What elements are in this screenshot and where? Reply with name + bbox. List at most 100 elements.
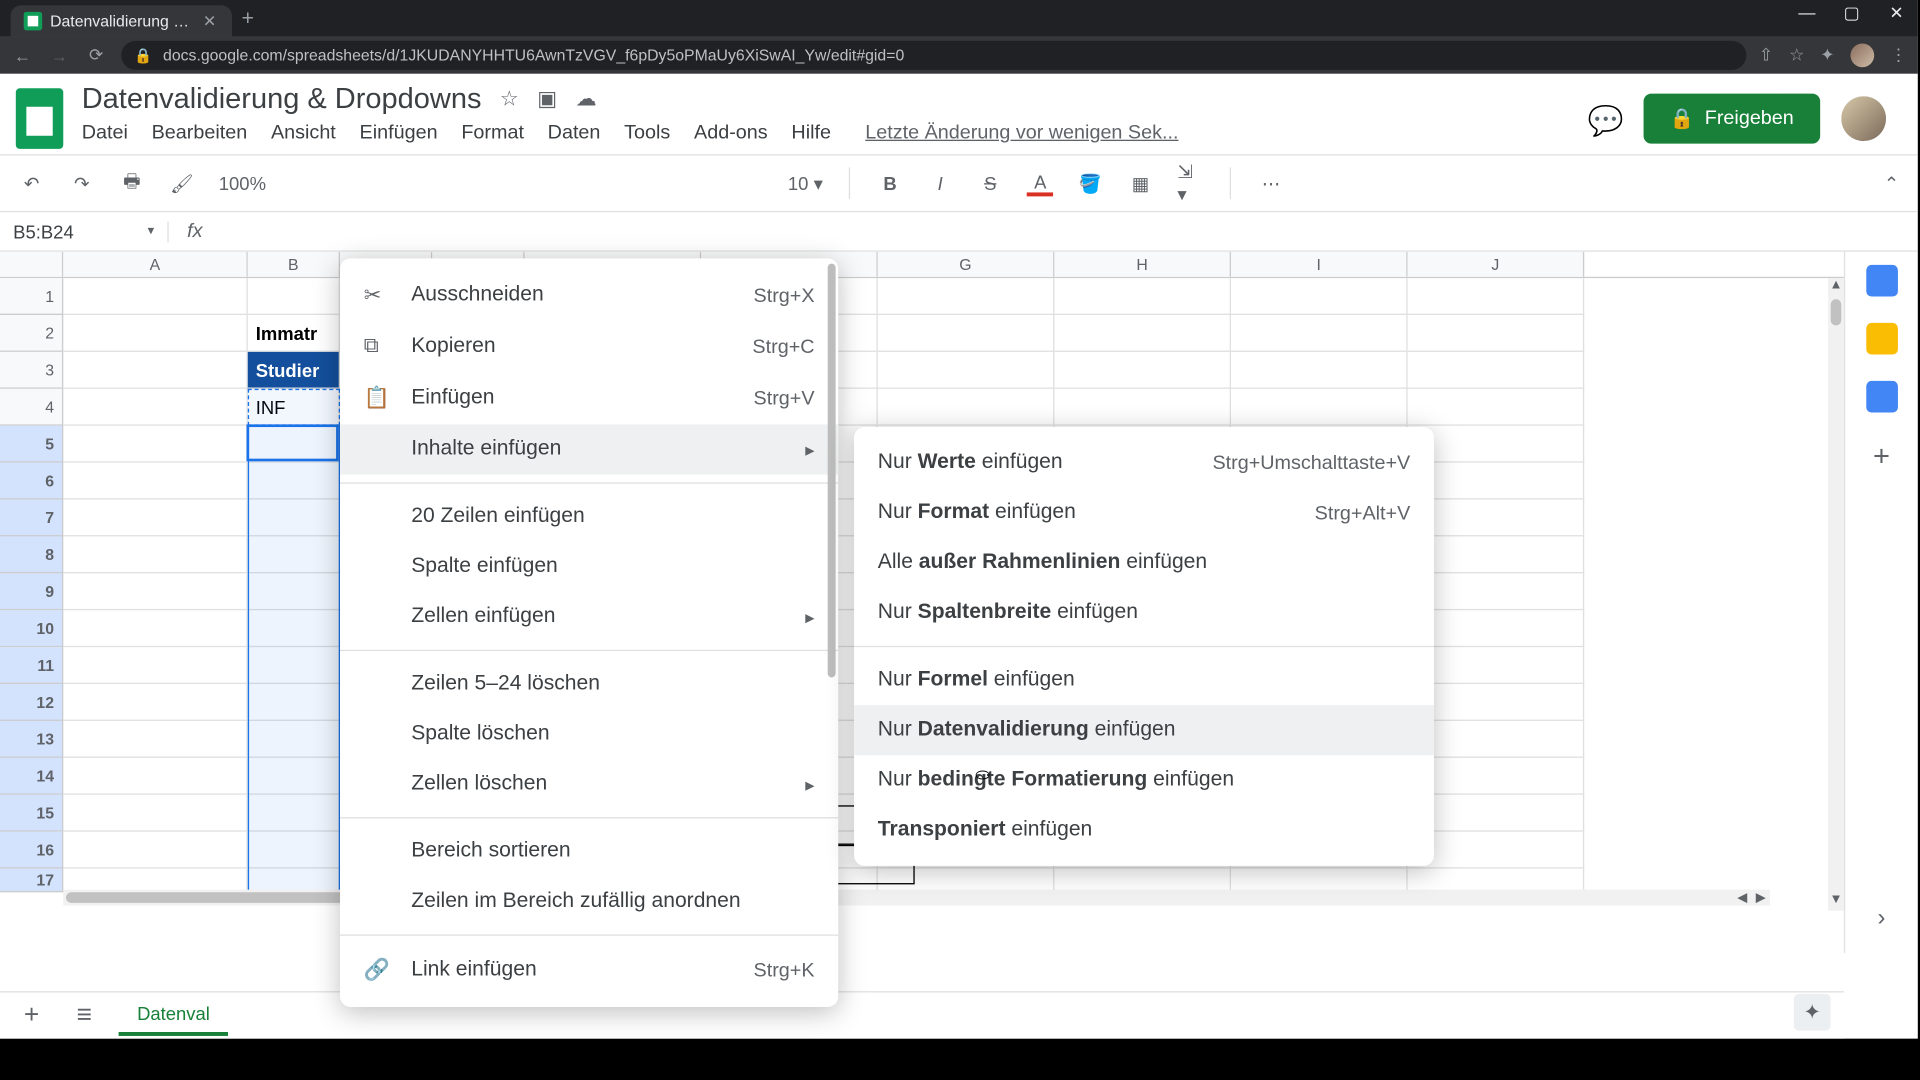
undo-icon[interactable]: ↶	[18, 170, 44, 196]
row-header[interactable]: 15	[0, 795, 63, 832]
ctx-copy[interactable]: ⧉ Kopieren Strg+C	[340, 322, 838, 372]
row-header[interactable]: 12	[0, 684, 63, 721]
col-header-H[interactable]: H	[1054, 252, 1231, 277]
row-header[interactable]: 7	[0, 500, 63, 537]
ctx-cut[interactable]: ✂ Ausschneiden Strg+X	[340, 269, 838, 322]
strikethrough-icon[interactable]: S	[977, 170, 1003, 196]
vertical-scrollbar[interactable]: ▲▼	[1828, 278, 1844, 911]
font-size-selector[interactable]: 10 ▾	[788, 172, 823, 194]
sheet-tab[interactable]: Datenval	[119, 995, 229, 1036]
paste-conditional-formatting-only[interactable]: Nur bedingte Formatierung einfügen	[854, 755, 1434, 805]
col-header-A[interactable]: A	[63, 252, 248, 277]
ctx-insert-20-rows[interactable]: 20 Zeilen einfügen	[340, 492, 838, 542]
explore-button[interactable]: ✦	[1794, 994, 1831, 1031]
minimize-icon[interactable]: —	[1794, 3, 1820, 24]
calendar-sidepanel-icon[interactable]	[1866, 265, 1898, 297]
paste-transposed[interactable]: Transponiert einfügen	[854, 805, 1434, 855]
reload-icon[interactable]: ⟳	[84, 45, 108, 66]
cloud-status-icon[interactable]: ☁	[576, 86, 597, 112]
col-header-B[interactable]: B	[248, 252, 340, 277]
redo-icon[interactable]: ↷	[69, 170, 95, 196]
row-header[interactable]: 2	[0, 315, 63, 352]
ctx-sort-range[interactable]: Bereich sortieren	[340, 826, 838, 876]
back-icon[interactable]: ←	[11, 45, 35, 65]
share-url-icon[interactable]: ⇧	[1759, 45, 1773, 66]
zoom-selector[interactable]: 100%	[219, 173, 266, 194]
fill-color-icon[interactable]: 🪣	[1077, 170, 1103, 196]
comments-icon[interactable]: 💬	[1588, 103, 1622, 132]
paste-data-validation-only[interactable]: Nur Datenvalidierung einfügen	[854, 705, 1434, 755]
row-header[interactable]: 6	[0, 463, 63, 500]
sheets-logo-icon[interactable]	[16, 88, 63, 149]
italic-icon[interactable]: I	[927, 170, 953, 196]
text-color-icon[interactable]: A	[1027, 170, 1053, 196]
paste-formula-only[interactable]: Nur Formel einfügen	[854, 655, 1434, 705]
menu-view[interactable]: Ansicht	[271, 121, 336, 143]
menu-help[interactable]: Hilfe	[791, 121, 831, 143]
menu-edit[interactable]: Bearbeiten	[152, 121, 248, 143]
share-button[interactable]: 🔒 Freigeben	[1643, 93, 1820, 143]
row-header[interactable]: 3	[0, 352, 63, 389]
paste-values-only[interactable]: Nur Werte einfügen Strg+Umschalttaste+V	[854, 438, 1434, 488]
tasks-sidepanel-icon[interactable]	[1866, 381, 1898, 413]
print-icon[interactable]: 🖶	[119, 170, 145, 196]
more-toolbar-icon[interactable]: ⋯	[1258, 170, 1284, 196]
paste-format-only[interactable]: Nur Format einfügen Strg+Alt+V	[854, 488, 1434, 538]
keep-sidepanel-icon[interactable]	[1866, 323, 1898, 355]
close-tab-icon[interactable]: ✕	[200, 12, 218, 30]
ctx-insert-cells[interactable]: Zellen einfügen ▸	[340, 592, 838, 642]
menu-data[interactable]: Daten	[548, 121, 601, 143]
ctx-delete-cells[interactable]: Zellen löschen ▸	[340, 759, 838, 809]
move-icon[interactable]: ▣	[537, 86, 557, 112]
browser-profile-avatar[interactable]	[1850, 43, 1874, 67]
bold-icon[interactable]: B	[877, 170, 903, 196]
last-edit-link[interactable]: Letzte Änderung vor wenigen Sek...	[865, 121, 1178, 143]
name-box-dropdown-icon[interactable]: ▾	[148, 224, 155, 238]
ctx-delete-rows[interactable]: Zeilen 5–24 löschen	[340, 659, 838, 709]
paste-column-width-only[interactable]: Nur Spaltenbreite einfügen	[854, 588, 1434, 638]
ctx-insert-link[interactable]: 🔗 Link einfügen Strg+K	[340, 944, 838, 997]
menu-file[interactable]: Datei	[82, 121, 128, 143]
maximize-icon[interactable]: ▢	[1839, 3, 1865, 24]
forward-icon[interactable]: →	[47, 45, 71, 65]
row-header[interactable]: 1	[0, 278, 63, 315]
paint-format-icon[interactable]: 🖌	[169, 170, 195, 196]
row-header[interactable]: 17	[0, 869, 63, 893]
browser-tab[interactable]: Datenvalidierung & Dropdowns ✕	[11, 5, 232, 37]
browser-menu-icon[interactable]: ⋮	[1890, 45, 1907, 66]
col-header-J[interactable]: J	[1408, 252, 1585, 277]
menu-insert[interactable]: Einfügen	[360, 121, 438, 143]
col-header-I[interactable]: I	[1231, 252, 1408, 277]
cell-B2[interactable]: Immatr	[248, 315, 340, 352]
addons-sidepanel-icon[interactable]: +	[1873, 439, 1890, 473]
row-header[interactable]: 16	[0, 832, 63, 869]
add-sheet-button[interactable]: +	[13, 1000, 50, 1030]
account-avatar[interactable]	[1841, 96, 1886, 141]
star-icon[interactable]: ☆	[500, 86, 519, 112]
borders-icon[interactable]: ▦	[1127, 170, 1153, 196]
ctx-insert-column[interactable]: Spalte einfügen	[340, 542, 838, 592]
cell-B3[interactable]: Studier	[248, 352, 340, 389]
row-header[interactable]: 9	[0, 573, 63, 610]
ctx-paste-special[interactable]: Inhalte einfügen ▸	[340, 424, 838, 474]
horizontal-scrollbar[interactable]: ◀▶	[63, 890, 1770, 906]
name-box[interactable]: B5:B24 ▾	[0, 221, 169, 242]
all-sheets-button[interactable]: ≡	[66, 1000, 103, 1030]
row-header[interactable]: 13	[0, 721, 63, 758]
bookmark-icon[interactable]: ☆	[1789, 45, 1804, 66]
row-header[interactable]: 4	[0, 389, 63, 426]
doc-name[interactable]: Datenvalidierung & Dropdowns	[82, 82, 482, 116]
ctx-delete-column[interactable]: Spalte löschen	[340, 709, 838, 759]
cell-B4[interactable]: INF	[248, 389, 340, 426]
menu-tools[interactable]: Tools	[624, 121, 670, 143]
close-window-icon[interactable]: ✕	[1883, 3, 1909, 24]
menu-format[interactable]: Format	[461, 121, 524, 143]
row-header[interactable]: 5	[0, 426, 63, 463]
row-header[interactable]: 14	[0, 758, 63, 795]
row-header[interactable]: 10	[0, 610, 63, 647]
url-field[interactable]: 🔒 docs.google.com/spreadsheets/d/1JKUDAN…	[121, 41, 1745, 70]
hide-sidepanel-icon[interactable]: ›	[1877, 904, 1885, 932]
col-header-G[interactable]: G	[878, 252, 1055, 277]
row-header[interactable]: 8	[0, 536, 63, 573]
paste-except-borders[interactable]: Alle außer Rahmenlinien einfügen	[854, 538, 1434, 588]
